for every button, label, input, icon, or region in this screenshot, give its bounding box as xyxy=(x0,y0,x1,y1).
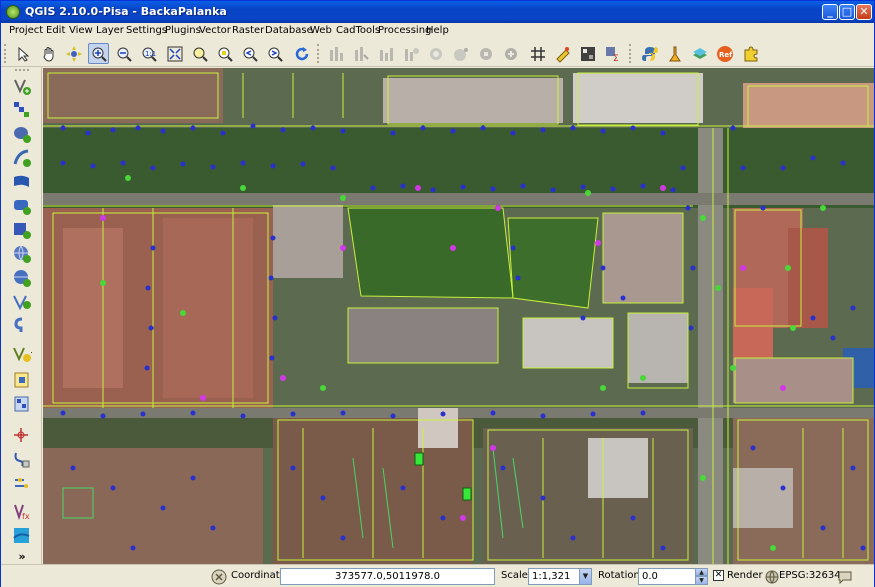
statistics-layer-icon[interactable] xyxy=(689,43,710,64)
layer-tool-icon[interactable] xyxy=(664,43,685,64)
menu-database[interactable]: Database xyxy=(265,25,313,36)
statistics-icon[interactable] xyxy=(500,43,521,64)
select-icon[interactable] xyxy=(325,43,346,64)
new-memory-icon[interactable] xyxy=(11,393,33,415)
field-calc-icon[interactable] xyxy=(577,43,598,64)
svg-text:Σ: Σ xyxy=(613,54,619,63)
grid-icon[interactable] xyxy=(527,43,548,64)
measure-angle-icon[interactable] xyxy=(475,43,496,64)
pan-to-selection-icon[interactable] xyxy=(63,43,84,64)
annotation-icon[interactable] xyxy=(552,43,573,64)
menu-raster[interactable]: Raster xyxy=(232,25,264,36)
menu-help[interactable]: Help xyxy=(426,25,449,36)
zoom-selection-icon[interactable] xyxy=(214,43,235,64)
node-tool-icon[interactable] xyxy=(11,449,33,471)
maximize-button[interactable]: □ xyxy=(839,4,855,20)
ref-label: Ref xyxy=(719,51,733,59)
menu-project[interactable]: Project xyxy=(9,25,43,36)
identify-icon[interactable] xyxy=(400,43,421,64)
scale-label: Scale xyxy=(501,570,528,581)
qgis-logo-icon xyxy=(6,5,20,19)
add-postgis-icon[interactable] xyxy=(11,123,33,145)
render-label: Render xyxy=(727,570,763,581)
crs-label[interactable]: EPSG:32634 xyxy=(779,570,841,581)
zoom-out-icon[interactable] xyxy=(113,43,134,64)
zoom-full-icon[interactable] xyxy=(164,43,185,64)
puzzle-icon[interactable] xyxy=(740,43,761,64)
add-wcs-icon[interactable] xyxy=(11,195,33,217)
scale-field[interactable]: 1:1,321 xyxy=(528,568,586,585)
menu-settings[interactable]: Settings xyxy=(126,25,167,36)
menu-plugins[interactable]: Plugins xyxy=(165,25,201,36)
zoom-last-icon[interactable] xyxy=(239,43,260,64)
add-mssql-icon[interactable] xyxy=(11,267,33,289)
menu-bar: Project Edit View Layer Settings Plugins… xyxy=(1,23,874,40)
svg-text:fx: fx xyxy=(22,512,30,521)
menu-layer[interactable]: Layer xyxy=(96,25,124,36)
new-layer-icon[interactable] xyxy=(11,343,33,365)
measure-icon[interactable] xyxy=(425,43,446,64)
move-feature-icon[interactable] xyxy=(11,473,33,495)
menu-cadtools[interactable]: CadTools xyxy=(336,25,380,36)
coordinate-field[interactable]: 373577.0,5011978.0 xyxy=(280,568,495,585)
select-radius-icon[interactable] xyxy=(350,43,371,64)
left-toolbar-grip[interactable] xyxy=(15,69,29,72)
deselect-icon[interactable] xyxy=(375,43,396,64)
zoom-native-icon[interactable]: 1:1 xyxy=(138,43,159,64)
pan-hand-icon[interactable] xyxy=(38,43,59,64)
add-raster-icon[interactable] xyxy=(11,99,33,121)
menu-web[interactable]: Web xyxy=(310,25,332,36)
zoom-layer-icon[interactable] xyxy=(189,43,210,64)
add-oracle-icon[interactable] xyxy=(11,291,33,313)
title-bar[interactable]: QGIS 2.10.0-Pisa - BackaPalanka _ □ ✕ xyxy=(1,1,874,23)
toolbar-grip[interactable] xyxy=(317,44,320,63)
aerial-map-image xyxy=(43,68,874,564)
plugin-tool-icon[interactable]: Σ xyxy=(602,43,623,64)
toolbar-grip[interactable] xyxy=(629,44,632,63)
menu-view[interactable]: View xyxy=(69,25,93,36)
python-icon[interactable] xyxy=(639,43,660,64)
add-db2-icon[interactable] xyxy=(11,315,33,337)
zoom-in-icon[interactable] xyxy=(88,43,109,64)
rotation-label: Rotation: xyxy=(598,570,644,581)
measure-area-icon[interactable] xyxy=(450,43,471,64)
menu-vector[interactable]: Vector xyxy=(199,25,231,36)
map-canvas[interactable] xyxy=(43,68,874,564)
zoom-next-icon[interactable] xyxy=(264,43,285,64)
rotation-up-button[interactable]: ▲ xyxy=(695,568,708,576)
window-title: QGIS 2.10.0-Pisa - BackaPalanka xyxy=(25,5,227,18)
messages-icon[interactable] xyxy=(208,566,229,587)
status-bar: Coordinate: 373577.0,5011978.0 Scale 1:1… xyxy=(1,564,874,587)
message-log-icon[interactable] xyxy=(834,566,855,587)
refresh-icon[interactable] xyxy=(291,43,312,64)
close-button[interactable]: ✕ xyxy=(856,4,872,20)
add-wms-icon[interactable] xyxy=(11,171,33,193)
menu-processing[interactable]: Processing xyxy=(378,25,431,36)
scale-dropdown-button[interactable]: ▼ xyxy=(579,568,592,585)
add-delimited-icon[interactable] xyxy=(11,243,33,265)
main-toolbar: 1:1 Σ Ref xyxy=(1,40,874,67)
svg-text:1:1: 1:1 xyxy=(145,50,156,58)
new-spatialite-icon[interactable] xyxy=(11,369,33,391)
rotation-down-button[interactable]: ▼ xyxy=(695,576,708,585)
render-checkbox[interactable]: ✕ xyxy=(713,570,724,581)
add-vector-icon[interactable] xyxy=(11,75,33,97)
toolbar-grip[interactable] xyxy=(4,44,7,63)
ref-icon[interactable]: Ref xyxy=(714,43,735,64)
pan-select-icon[interactable] xyxy=(13,43,34,64)
qgis-window: QGIS 2.10.0-Pisa - BackaPalanka _ □ ✕ Pr… xyxy=(0,0,875,587)
gps-icon[interactable]: fx xyxy=(11,501,33,523)
left-toolbar: fx » xyxy=(1,67,42,564)
digitize-icon[interactable] xyxy=(11,425,33,447)
add-wfs-icon[interactable] xyxy=(11,219,33,241)
minimize-button[interactable]: _ xyxy=(822,4,838,20)
menu-edit[interactable]: Edit xyxy=(46,25,65,36)
add-spatialite-icon[interactable] xyxy=(11,147,33,169)
map-view-icon[interactable] xyxy=(11,525,33,547)
